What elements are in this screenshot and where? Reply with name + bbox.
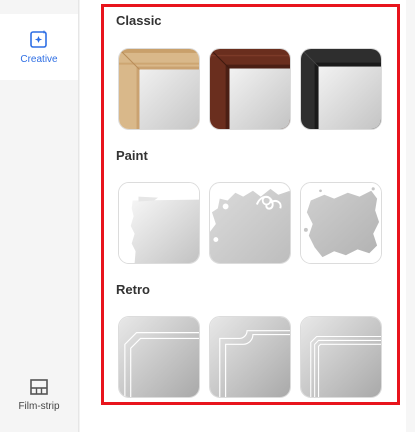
- sidebar-item-label: Film-strip: [18, 401, 60, 412]
- frame-thumb-retro-corner[interactable]: [209, 316, 291, 398]
- frame-thumb-wood-dark[interactable]: [209, 48, 291, 130]
- scrollbar[interactable]: [406, 0, 415, 432]
- section-title-classic: Classic: [116, 13, 162, 28]
- frame-thumb-splatter-paint[interactable]: [300, 182, 382, 264]
- frame-thumb-floral-paint[interactable]: [209, 182, 291, 264]
- sidebar-item-film-strip[interactable]: Film-strip: [0, 378, 78, 426]
- sidebar: Creative Film-strip: [0, 0, 79, 432]
- frame-thumb-retro-triple-line[interactable]: [300, 316, 382, 398]
- frame-thumb-black[interactable]: [300, 48, 382, 130]
- sidebar-item-label: Creative: [20, 54, 58, 65]
- frame-thumb-paint-edge[interactable]: [118, 182, 200, 264]
- frame-thumb-retro-double-line[interactable]: [118, 316, 200, 398]
- magic-sparkle-icon: [30, 30, 47, 48]
- film-strip-icon: [30, 379, 48, 395]
- sidebar-item-creative[interactable]: Creative: [0, 14, 78, 80]
- section-title-retro: Retro: [116, 282, 150, 297]
- frame-thumb-wood-light[interactable]: [118, 48, 200, 130]
- section-title-paint: Paint: [116, 148, 148, 163]
